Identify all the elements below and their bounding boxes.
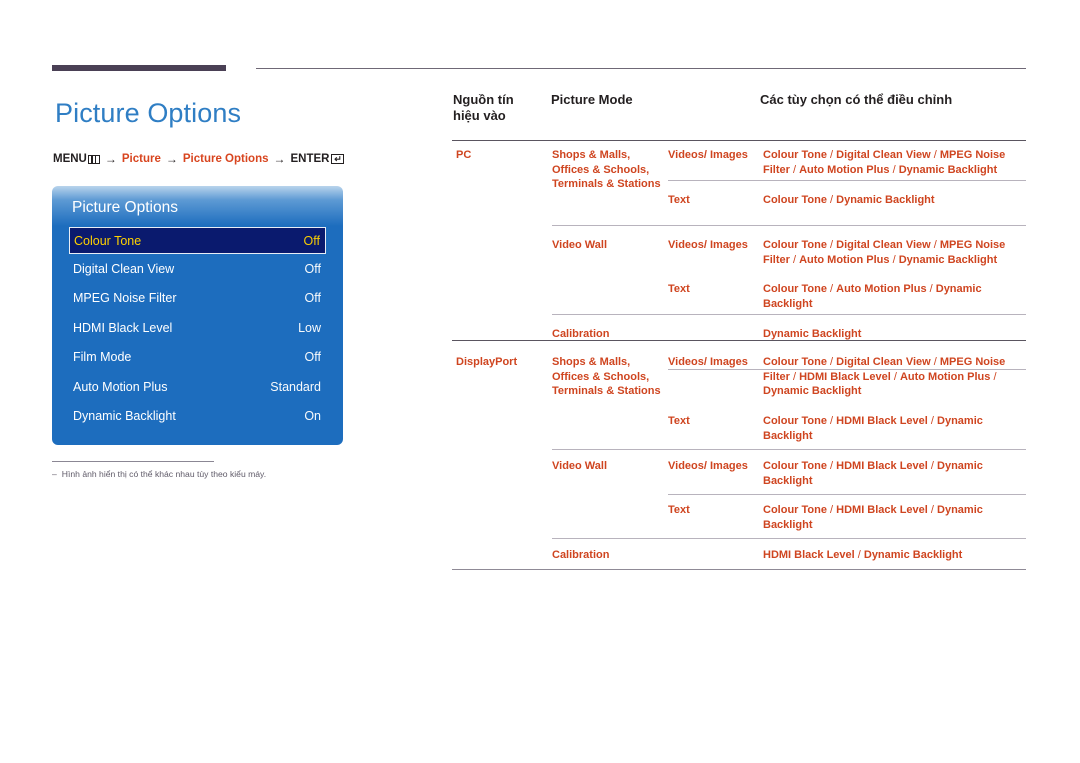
cell-source: DisplayPort	[456, 356, 518, 368]
cell-adjustable-options: Colour Tone / HDMI Black Level / Dynamic…	[763, 504, 983, 531]
breadcrumb-item-picture[interactable]: Picture	[122, 153, 161, 165]
adjustable-options-table: Nguồn tín hiệu vào Picture Mode Các tùy …	[452, 92, 1026, 570]
osd-item-value: Off	[304, 261, 321, 276]
osd-item-dynamic-backlight[interactable]: Dynamic Backlight On	[52, 402, 343, 432]
osd-panel-title: Picture Options	[72, 199, 178, 216]
breadcrumb-arrow-1: →	[104, 152, 117, 166]
osd-item-mpeg-noise-filter[interactable]: MPEG Noise Filter Off	[52, 284, 343, 314]
osd-item-auto-motion-plus[interactable]: Auto Motion Plus Standard	[52, 372, 343, 402]
osd-item-value: Off	[304, 350, 321, 365]
cell-adjustable-options: Colour Tone / Digital Clean View / MPEG …	[763, 356, 1006, 398]
breadcrumb: MENU → Picture → Picture Options → ENTER…	[53, 152, 345, 166]
cell-content-type: Videos/ Images	[668, 149, 748, 161]
osd-item-colour-tone[interactable]: Colour Tone Off	[69, 227, 326, 254]
osd-item-label: MPEG Noise Filter	[73, 291, 177, 306]
cell-content-type: Text	[668, 415, 690, 427]
breadcrumb-arrow-2: →	[165, 152, 178, 166]
cell-adjustable-options: Colour Tone / Digital Clean View / MPEG …	[763, 239, 1006, 266]
cell-content-type: Text	[668, 504, 690, 516]
cell-adjustable-options: Colour Tone / HDMI Black Level / Dynamic…	[763, 460, 983, 487]
osd-item-hdmi-black-level[interactable]: HDMI Black Level Low	[52, 313, 343, 343]
header-divider-line	[256, 68, 1026, 69]
osd-item-label: Film Mode	[73, 350, 132, 365]
cell-picture-mode: Video Wall	[552, 239, 608, 251]
table-header-rule	[452, 140, 1026, 142]
table-mode-divider-2	[552, 449, 1026, 450]
cell-source: PC	[456, 149, 472, 161]
page-title: Picture Options	[55, 98, 242, 128]
column-header-options: Các tùy chọn có thể điều chỉnh	[760, 92, 953, 107]
osd-menu-list: Colour Tone Off Digital Clean View Off MPEG …	[52, 227, 343, 431]
table-mode-divider-1	[552, 314, 1026, 315]
breadcrumb-menu-label: MENU	[53, 153, 87, 165]
cell-adjustable-options: Colour Tone / Auto Motion Plus / Dynamic…	[763, 283, 982, 310]
cell-picture-mode: Shops & Malls, Offices & Schools, Termin…	[552, 356, 661, 398]
breadcrumb-item-picture-options[interactable]: Picture Options	[183, 153, 269, 165]
footnote: – Hình ảnh hiển thị có thể khác nhau tùy…	[52, 469, 266, 479]
header-accent-bar	[52, 65, 226, 71]
osd-item-film-mode[interactable]: Film Mode Off	[52, 343, 343, 373]
table-mode-divider-0	[552, 225, 1026, 226]
cell-content-type: Videos/ Images	[668, 460, 748, 472]
cell-content-type: Text	[668, 283, 690, 295]
cell-adjustable-options: Colour Tone / Digital Clean View / MPEG …	[763, 149, 1006, 176]
osd-picture-options-panel: Picture Options Colour Tone Off Digital Cl…	[52, 186, 343, 445]
table-sub-divider-1	[668, 369, 1026, 370]
footnote-text: Hình ảnh hiển thị có thể khác nhau tùy t…	[61, 469, 267, 479]
osd-item-digital-clean-view[interactable]: Digital Clean View Off	[52, 254, 343, 284]
footnote-marker: –	[52, 469, 57, 479]
table-bottom-rule	[452, 569, 1026, 570]
column-header-source-line1: Nguồn tín	[453, 92, 514, 107]
table-mode-divider-3	[552, 538, 1026, 539]
cell-content-type: Text	[668, 194, 690, 206]
table-header-row: Nguồn tín hiệu vào Picture Mode Các tùy …	[452, 92, 1026, 140]
cell-picture-mode: Calibration	[552, 549, 610, 561]
footnote-divider	[52, 461, 214, 462]
column-header-picture-mode: Picture Mode	[551, 92, 633, 107]
osd-item-value: Standard	[270, 379, 321, 394]
breadcrumb-arrow-3: →	[273, 152, 286, 166]
cell-content-type: Videos/ Images	[668, 356, 748, 368]
osd-item-value: Off	[304, 291, 321, 306]
osd-item-value: Off	[303, 233, 320, 248]
osd-item-value: On	[304, 409, 321, 424]
menu-bars-icon	[87, 154, 100, 164]
cell-picture-mode: Shops & Malls, Offices & Schools, Termin…	[552, 149, 661, 191]
osd-item-label: HDMI Black Level	[73, 320, 173, 335]
cell-content-type: Videos/ Images	[668, 239, 748, 251]
column-header-source-line2: hiệu vào	[453, 108, 506, 123]
osd-item-value: Low	[298, 320, 321, 335]
enter-return-icon: ↵	[331, 154, 345, 164]
cell-picture-mode: Video Wall	[552, 460, 608, 472]
cell-adjustable-options: Colour Tone / HDMI Black Level / Dynamic…	[763, 415, 983, 442]
column-header-source: Nguồn tín hiệu vào	[453, 92, 543, 124]
osd-item-label: Auto Motion Plus	[73, 379, 168, 394]
table-sub-divider-2	[668, 494, 1026, 495]
table-sub-divider-0	[668, 180, 1026, 181]
table-section-divider-0	[452, 340, 1026, 342]
osd-item-label: Dynamic Backlight	[73, 409, 176, 424]
cell-adjustable-options: Colour Tone / Dynamic Backlight	[763, 194, 935, 206]
cell-adjustable-options: HDMI Black Level / Dynamic Backlight	[763, 549, 963, 561]
osd-item-label: Colour Tone	[74, 233, 142, 248]
osd-item-label: Digital Clean View	[73, 261, 175, 276]
breadcrumb-enter-label: ENTER	[290, 153, 330, 165]
